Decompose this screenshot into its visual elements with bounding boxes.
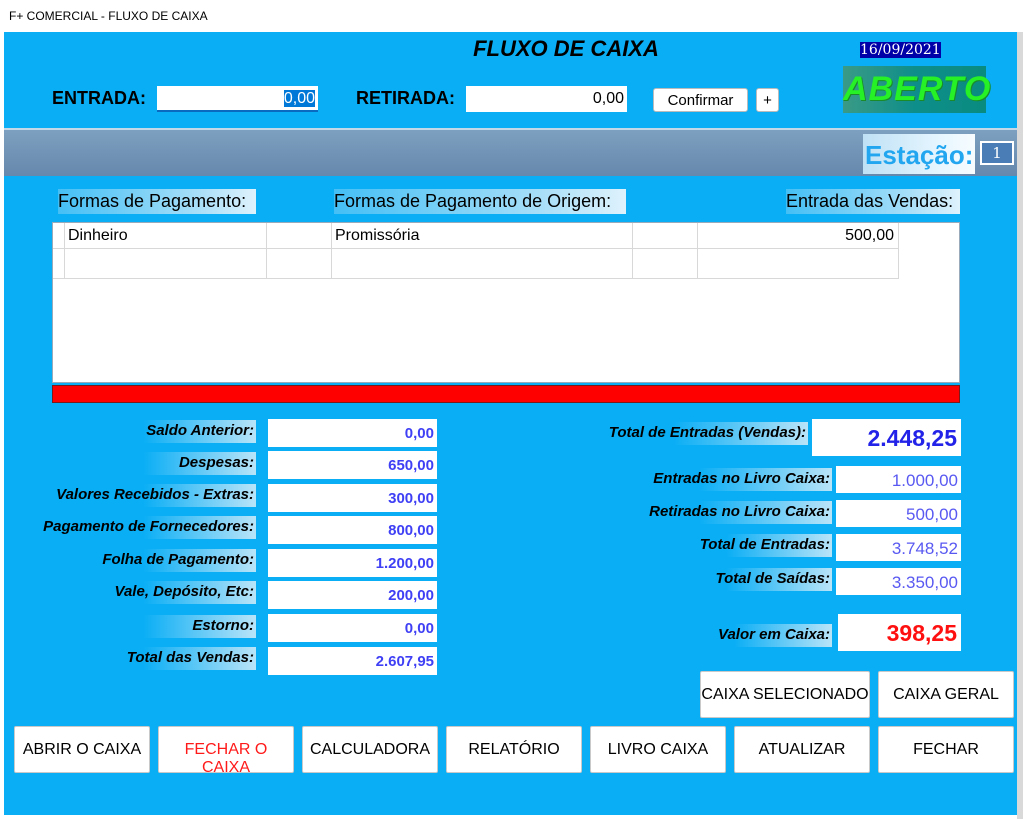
retirada-value: 0,00 <box>592 90 624 107</box>
blank-cell[interactable] <box>633 223 698 248</box>
origin-header: Formas de Pagamento de Origem: <box>334 189 626 214</box>
row-indicator <box>53 223 65 248</box>
abrir-caixa-button[interactable]: ABRIR O CAIXA <box>14 726 150 773</box>
window-title: F+ COMERCIAL - FLUXO DE CAIXA <box>0 0 1023 32</box>
add-button[interactable]: + <box>756 88 779 112</box>
valor-caixa-field[interactable]: 398,25 <box>838 614 961 651</box>
estorno-field[interactable]: 0,00 <box>268 614 437 642</box>
valor-caixa-label: Valor em Caixa: <box>654 624 832 647</box>
date-text: 16/09/2021 <box>860 42 941 58</box>
valores-recebidos-field[interactable]: 300,00 <box>268 484 437 512</box>
retiradas-livro-label: Retiradas no Livro Caixa: <box>590 501 832 524</box>
caixa-selecionado-button[interactable]: CAIXA SELECIONADO <box>700 671 870 718</box>
origin-cell[interactable] <box>332 249 633 279</box>
retiradas-livro-field[interactable]: 500,00 <box>836 500 961 527</box>
blank-cell[interactable] <box>267 249 332 279</box>
station-label: Estação: <box>863 134 975 174</box>
fechar-button[interactable]: FECHAR <box>878 726 1014 773</box>
total-entradas-vendas-label: Total de Entradas (Vendas): <box>564 422 808 445</box>
sales-cell[interactable]: 500,00 <box>698 223 899 248</box>
folha-pagamento-field[interactable]: 1.200,00 <box>268 549 437 577</box>
payment-grid[interactable]: Dinheiro Promissória 500,00 <box>52 222 960 383</box>
page-title: FLUXO DE CAIXA <box>473 36 659 61</box>
estorno-label: Estorno: <box>6 615 256 638</box>
fechar-caixa-button[interactable]: FECHAR O CAIXA <box>158 726 294 776</box>
payment-cell[interactable] <box>65 249 267 279</box>
caixa-geral-button[interactable]: CAIXA GERAL <box>878 671 1014 718</box>
vale-deposito-label: Vale, Depósito, Etc: <box>6 581 256 604</box>
despesas-label: Despesas: <box>6 452 256 475</box>
progress-bar <box>52 385 960 403</box>
table-row[interactable] <box>53 249 899 279</box>
row-indicator <box>53 249 65 279</box>
table-row[interactable]: Dinheiro Promissória 500,00 <box>53 223 899 249</box>
relatorio-button[interactable]: RELATÓRIO <box>446 726 582 773</box>
entrada-input[interactable]: 0,00 <box>157 86 318 112</box>
retirada-label: RETIRADA: <box>356 88 455 108</box>
total-saidas-label: Total de Saídas: <box>640 568 832 591</box>
entradas-livro-field[interactable]: 1.000,00 <box>836 466 961 493</box>
cash-flow-window: FLUXO DE CAIXA 16/09/2021 ABERTO ENTRADA… <box>4 32 1017 815</box>
total-entradas-label: Total de Entradas: <box>640 534 832 557</box>
status-badge: ABERTO <box>843 66 990 113</box>
payment-header: Formas de Pagamento: <box>58 189 256 214</box>
blank-cell[interactable] <box>633 249 698 279</box>
sales-cell[interactable] <box>698 249 899 279</box>
pagamento-fornecedores-label: Pagamento de Fornecedores: <box>6 516 256 539</box>
date-display: 16/09/2021 <box>860 42 941 58</box>
sales-header: Entrada das Vendas: <box>786 189 960 214</box>
total-vendas-label: Total das Vendas: <box>6 647 256 670</box>
total-vendas-field[interactable]: 2.607,95 <box>268 647 437 675</box>
total-entradas-field[interactable]: 3.748,52 <box>836 534 961 561</box>
pagamento-fornecedores-field[interactable]: 800,00 <box>268 516 437 544</box>
saldo-anterior-label: Saldo Anterior: <box>6 420 256 443</box>
despesas-field[interactable]: 650,00 <box>268 451 437 479</box>
window-border <box>1017 32 1023 819</box>
total-saidas-field[interactable]: 3.350,00 <box>836 568 961 595</box>
saldo-anterior-field[interactable]: 0,00 <box>268 419 437 447</box>
station-value: 1 <box>980 141 1014 165</box>
origin-cell[interactable]: Promissória <box>332 223 633 248</box>
confirm-button[interactable]: Confirmar <box>653 88 748 112</box>
payment-cell[interactable]: Dinheiro <box>65 223 267 248</box>
atualizar-button[interactable]: ATUALIZAR <box>734 726 870 773</box>
folha-pagamento-label: Folha de Pagamento: <box>6 549 256 572</box>
retirada-input[interactable]: 0,00 <box>466 86 627 112</box>
total-entradas-vendas-field[interactable]: 2.448,25 <box>812 419 961 456</box>
valores-recebidos-label: Valores Recebidos - Extras: <box>6 484 256 507</box>
entrada-label: ENTRADA: <box>52 88 146 108</box>
entrada-value: 0,00 <box>283 90 315 107</box>
blank-cell[interactable] <box>267 223 332 248</box>
calculadora-button[interactable]: CALCULADORA <box>302 726 438 773</box>
livro-caixa-button[interactable]: LIVRO CAIXA <box>590 726 726 773</box>
entradas-livro-label: Entradas no Livro Caixa: <box>590 468 832 491</box>
vale-deposito-field[interactable]: 200,00 <box>268 581 437 609</box>
